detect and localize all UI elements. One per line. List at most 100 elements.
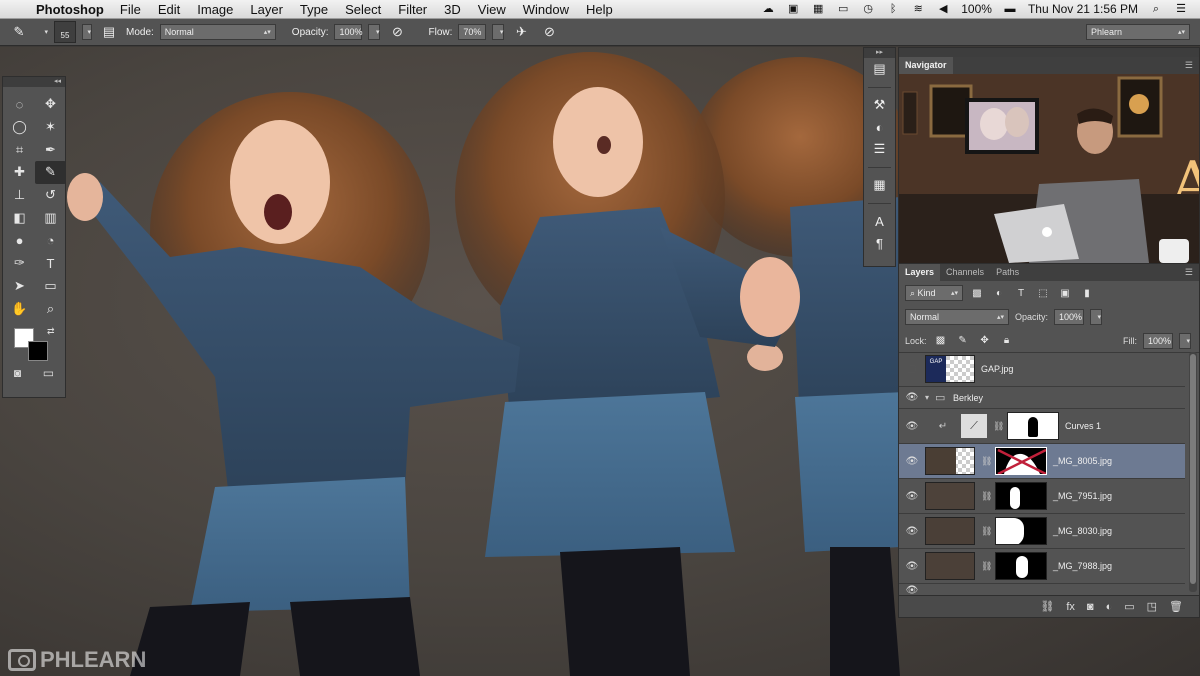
- filter-smart-object-icon[interactable]: ▣: [1057, 286, 1073, 300]
- background-color-swatch[interactable]: [28, 340, 48, 361]
- lasso-tool-icon[interactable]: ◯: [4, 116, 35, 139]
- new-layer-icon[interactable]: ◳: [1147, 600, 1157, 613]
- mask-link-icon[interactable]: ⛓︎: [981, 456, 992, 467]
- battery-icon[interactable]: ▬: [1003, 3, 1017, 15]
- opacity-input[interactable]: 100%: [334, 24, 363, 40]
- delete-layer-icon[interactable]: 🗑︎: [1169, 600, 1183, 613]
- layer-mask-thumbnail[interactable]: [995, 552, 1047, 580]
- navigator-panel-menu-icon[interactable]: ☰: [1185, 60, 1199, 71]
- pressure-size-icon[interactable]: ⊘: [538, 22, 560, 42]
- layer-row-gap[interactable]: ▢ GAP GAP.jpg: [899, 352, 1185, 387]
- layer-mask-thumbnail[interactable]: [995, 482, 1047, 510]
- workspace-select[interactable]: Phlearn ▴▾: [1086, 24, 1190, 40]
- brush-tool-icon[interactable]: ✎: [35, 161, 66, 184]
- layer-row-selected[interactable]: 👁︎ ⛓︎ _MG_8005.jpg: [899, 444, 1185, 479]
- lock-transparency-icon[interactable]: ▩: [933, 334, 949, 348]
- history-panel-icon[interactable]: ▤: [864, 58, 895, 80]
- layer-row[interactable]: 👁︎ ⛓︎ _MG_7988.jpg: [899, 549, 1185, 584]
- layer-name[interactable]: GAP.jpg: [981, 364, 1013, 374]
- layer-row[interactable]: 👁︎ ⛓︎ _MG_7951.jpg: [899, 479, 1185, 514]
- layers-scrollbar[interactable]: [1189, 352, 1197, 592]
- tool-preset-dropdown[interactable]: ▾: [36, 24, 48, 40]
- brush-tool-preset-icon[interactable]: ✎: [8, 22, 30, 42]
- adjustments-panel-icon[interactable]: ◐: [864, 116, 895, 138]
- flow-dropdown[interactable]: ▾: [492, 24, 505, 40]
- tab-layers[interactable]: Layers: [899, 264, 941, 281]
- layer-name[interactable]: _MG_8030.jpg: [1053, 526, 1112, 536]
- layer-row-curves[interactable]: 👁︎ ↵ ⟋ ⛓︎ Curves 1: [899, 409, 1185, 444]
- type-tool-icon[interactable]: T: [35, 252, 66, 275]
- creative-cloud-icon[interactable]: ☁: [761, 3, 775, 15]
- menu-edit[interactable]: Edit: [158, 2, 180, 17]
- screen-mode-icon[interactable]: ▭: [43, 366, 54, 380]
- visibility-eye-icon[interactable]: 👁︎: [899, 491, 925, 502]
- notification-center-icon[interactable]: ☰: [1174, 3, 1188, 15]
- layer-name[interactable]: Curves 1: [1065, 421, 1101, 431]
- lock-all-icon[interactable]: 🔒︎: [999, 334, 1015, 348]
- quick-mask-icon[interactable]: ◙: [14, 366, 21, 380]
- time-machine-icon[interactable]: ◷: [861, 3, 875, 15]
- layer-opacity-dropdown[interactable]: ▾: [1090, 309, 1103, 325]
- layer-name[interactable]: _MG_8005.jpg: [1053, 456, 1112, 466]
- brush-presets-panel-icon[interactable]: ⚒: [864, 94, 895, 116]
- layer-name[interactable]: _MG_7951.jpg: [1053, 491, 1112, 501]
- healing-brush-tool-icon[interactable]: ✚: [4, 161, 35, 184]
- mask-link-icon[interactable]: ⛓︎: [981, 526, 992, 537]
- brush-size-picker[interactable]: 55: [54, 21, 76, 43]
- filter-toggle-icon[interactable]: ▮: [1079, 286, 1095, 300]
- visibility-eye-icon[interactable]: 👁︎: [899, 585, 925, 596]
- menu-window[interactable]: Window: [523, 2, 569, 17]
- brush-picker-dropdown[interactable]: ▾: [82, 24, 92, 40]
- marquee-tool-icon[interactable]: ◌: [4, 93, 35, 116]
- filter-pixel-icon[interactable]: ▩: [969, 286, 985, 300]
- layer-row[interactable]: 👁︎ ⛓︎ _MG_8030.jpg: [899, 514, 1185, 549]
- path-selection-tool-icon[interactable]: ➤: [4, 275, 35, 298]
- spotlight-search-icon[interactable]: ⌕: [1149, 3, 1163, 15]
- layer-mask-thumbnail[interactable]: [995, 517, 1047, 545]
- visibility-eye-icon[interactable]: 👁︎: [899, 421, 925, 432]
- shape-tool-icon[interactable]: ▭: [35, 275, 66, 298]
- clone-stamp-tool-icon[interactable]: ⊥: [4, 184, 35, 207]
- layer-mask-thumbnail[interactable]: [1007, 412, 1059, 440]
- lock-image-icon[interactable]: ✎: [955, 334, 971, 348]
- fill-input[interactable]: 100%: [1143, 332, 1173, 349]
- layer-group-berkley[interactable]: 👁︎ ▾ ▭ Berkley: [899, 387, 1185, 409]
- tab-channels[interactable]: Channels: [940, 264, 990, 281]
- visibility-eye-icon[interactable]: 👁︎: [899, 526, 925, 537]
- opacity-dropdown[interactable]: ▾: [368, 24, 381, 40]
- menu-view[interactable]: View: [478, 2, 506, 17]
- dodge-tool-icon[interactable]: ◔: [35, 229, 66, 252]
- mask-link-icon[interactable]: ⛓︎: [981, 491, 992, 502]
- new-group-icon[interactable]: ▭: [1124, 600, 1134, 613]
- properties-panel-icon[interactable]: ☰: [864, 138, 895, 160]
- filter-adjustment-icon[interactable]: ◐: [991, 286, 1007, 300]
- visibility-eye-icon[interactable]: 👁︎: [899, 561, 925, 572]
- pen-tool-icon[interactable]: ✑: [4, 252, 35, 275]
- add-mask-icon[interactable]: ◙: [1087, 601, 1094, 613]
- tab-navigator[interactable]: Navigator: [899, 57, 953, 74]
- zoom-tool-icon[interactable]: ⌕: [35, 297, 66, 320]
- new-adjustment-layer-icon[interactable]: ◐: [1106, 601, 1113, 613]
- paragraph-panel-icon[interactable]: ¶: [864, 232, 895, 254]
- clock[interactable]: Thu Nov 21 1:56 PM: [1028, 2, 1138, 16]
- crop-tool-icon[interactable]: ⌗: [4, 138, 35, 161]
- menu-select[interactable]: Select: [345, 2, 381, 17]
- menu-layer[interactable]: Layer: [250, 2, 283, 17]
- mask-link-icon[interactable]: ⛓︎: [993, 421, 1004, 432]
- menu-image[interactable]: Image: [197, 2, 233, 17]
- flow-input[interactable]: 70%: [458, 24, 487, 40]
- channels-panel-icon[interactable]: ▦: [864, 174, 895, 196]
- character-panel-icon[interactable]: A: [864, 210, 895, 232]
- visibility-eye-icon[interactable]: 👁︎: [899, 392, 925, 403]
- navigator-preview[interactable]: A: [899, 74, 1199, 263]
- blend-mode-select[interactable]: Normal ▴▾: [905, 309, 1009, 325]
- history-brush-tool-icon[interactable]: ↺: [35, 184, 66, 207]
- group-expand-chevron-icon[interactable]: ▾: [925, 393, 935, 402]
- screen-icon[interactable]: ▦: [811, 3, 825, 15]
- menu-3d[interactable]: 3D: [444, 2, 461, 17]
- filter-shape-icon[interactable]: ⬚: [1035, 286, 1051, 300]
- layer-opacity-input[interactable]: 100%: [1054, 309, 1085, 325]
- mode-select[interactable]: Normal ▴▾: [159, 24, 276, 40]
- swap-colors-icon[interactable]: ⇄: [47, 326, 55, 337]
- visibility-toggle[interactable]: ▢: [899, 364, 925, 375]
